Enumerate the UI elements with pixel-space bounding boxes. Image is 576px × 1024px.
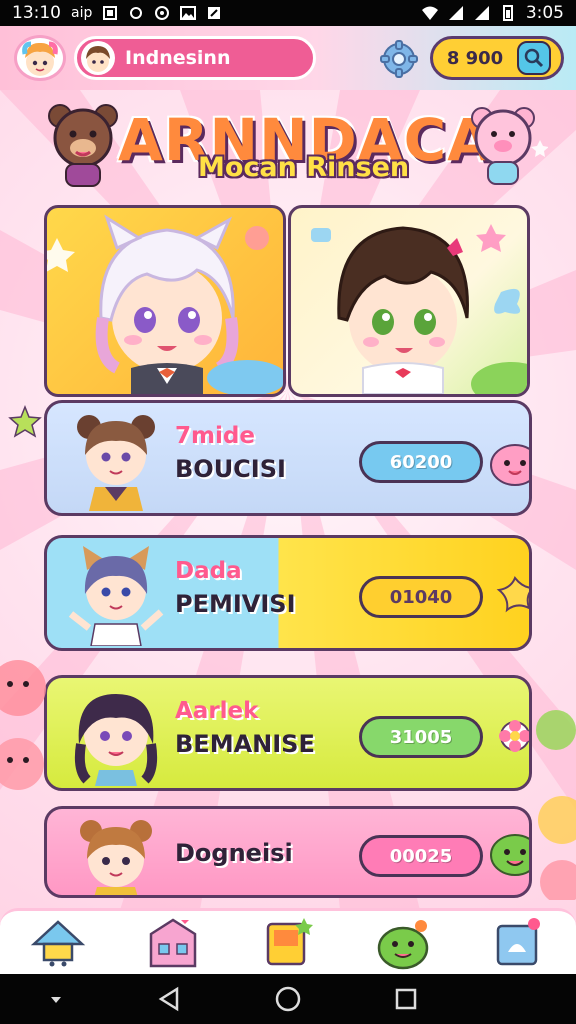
signal-2-icon bbox=[474, 6, 489, 20]
character-portrait-white-hair[interactable] bbox=[44, 205, 286, 397]
player-name: Indnesinn bbox=[125, 47, 231, 69]
bun-hair-girl-avatar-icon bbox=[80, 820, 152, 895]
brown-hair-boy-icon bbox=[311, 224, 527, 394]
pink-slime-icon bbox=[490, 444, 529, 486]
dark-hair-girl-avatar-icon bbox=[74, 694, 158, 786]
card-1-name: 7mide bbox=[175, 423, 255, 449]
card-3-name: Aarlek bbox=[175, 698, 259, 724]
nav-friends[interactable] bbox=[368, 913, 438, 973]
card-2-label: PEMIVISI bbox=[175, 590, 296, 618]
bottom-navigation bbox=[0, 908, 576, 974]
cat-ear-girl-avatar-icon bbox=[68, 546, 164, 646]
character-card-3[interactable]: Aarlek BEMANISE 31005 bbox=[44, 675, 532, 791]
top-header: Indnesinn 8 900 bbox=[0, 26, 576, 90]
pig-mascot-icon bbox=[471, 107, 548, 185]
gear-icon[interactable] bbox=[380, 40, 418, 78]
status-clock: 3:05 bbox=[525, 3, 564, 23]
status-time: 13:10 bbox=[12, 3, 61, 23]
status-bar: 13:10 aip 3:05 bbox=[0, 0, 576, 26]
card-3-value-button[interactable]: 31005 bbox=[359, 716, 483, 758]
logo-subtitle: Mocan Rinsen bbox=[198, 152, 410, 183]
shop-house-icon bbox=[149, 918, 197, 967]
card-1-label: BOUCISI bbox=[175, 455, 286, 483]
avatar-face-icon bbox=[22, 41, 58, 76]
character-portrait-brown-hair[interactable] bbox=[288, 205, 530, 397]
dropdown-icon[interactable] bbox=[46, 989, 66, 1009]
signal-icon bbox=[448, 6, 463, 20]
search-icon bbox=[524, 48, 544, 68]
link-icon bbox=[130, 7, 143, 19]
game-logo: ARNNDACA Mocan Rinsen bbox=[40, 100, 548, 196]
card-4-value-button[interactable]: 00025 bbox=[359, 835, 483, 877]
mini-avatar-icon bbox=[81, 41, 115, 75]
system-navigation bbox=[0, 974, 576, 1024]
flower-badge-icon bbox=[499, 720, 529, 752]
edit-icon bbox=[208, 7, 221, 19]
card-2-name: Dada bbox=[175, 558, 242, 584]
alarm-icon bbox=[155, 6, 170, 20]
image-icon bbox=[180, 6, 197, 20]
card-4-label: Dogneisi bbox=[175, 839, 293, 867]
nav-shop[interactable] bbox=[138, 913, 208, 973]
right-slime-decor-icon bbox=[536, 710, 576, 900]
back-icon[interactable] bbox=[157, 986, 183, 1012]
card-1-value-button[interactable]: 60200 bbox=[359, 441, 483, 483]
nav-home[interactable] bbox=[23, 913, 93, 973]
character-card-1[interactable]: 7mide BOUCISI 60200 bbox=[44, 400, 532, 516]
battery-icon bbox=[502, 5, 513, 21]
nav-gallery[interactable] bbox=[483, 913, 553, 973]
character-card-4[interactable]: Dogneisi 00025 bbox=[44, 806, 532, 898]
player-avatar[interactable] bbox=[14, 35, 66, 81]
friends-monster-icon bbox=[377, 919, 429, 969]
side-slime-decor-icon bbox=[0, 660, 46, 790]
recents-icon[interactable] bbox=[393, 986, 419, 1012]
nav-cards[interactable] bbox=[253, 913, 323, 973]
search-button[interactable] bbox=[517, 41, 551, 75]
home-icon bbox=[30, 919, 85, 966]
currency-value: 8 900 bbox=[446, 47, 504, 69]
player-name-pill[interactable]: Indnesinn bbox=[74, 36, 316, 80]
card-3-label: BEMANISE bbox=[175, 730, 315, 758]
bear-mascot-icon bbox=[48, 104, 118, 187]
status-carrier: aip bbox=[71, 5, 93, 21]
green-monster-icon bbox=[490, 834, 529, 876]
girl-buns-avatar-icon bbox=[77, 415, 155, 511]
card-2-value-button[interactable]: 01040 bbox=[359, 576, 483, 618]
cards-icon bbox=[266, 917, 313, 965]
photo-frame-icon bbox=[497, 917, 541, 965]
currency-pill[interactable]: 8 900 bbox=[430, 36, 564, 80]
wifi-icon bbox=[421, 6, 438, 20]
character-card-2[interactable]: Dada PEMIVISI 01040 bbox=[44, 535, 532, 651]
star-decor-icon bbox=[8, 405, 42, 438]
home-button-icon[interactable] bbox=[274, 985, 302, 1013]
notification-icon bbox=[103, 6, 118, 20]
white-hair-girl-icon bbox=[47, 214, 283, 394]
star-flower-icon bbox=[496, 576, 529, 613]
